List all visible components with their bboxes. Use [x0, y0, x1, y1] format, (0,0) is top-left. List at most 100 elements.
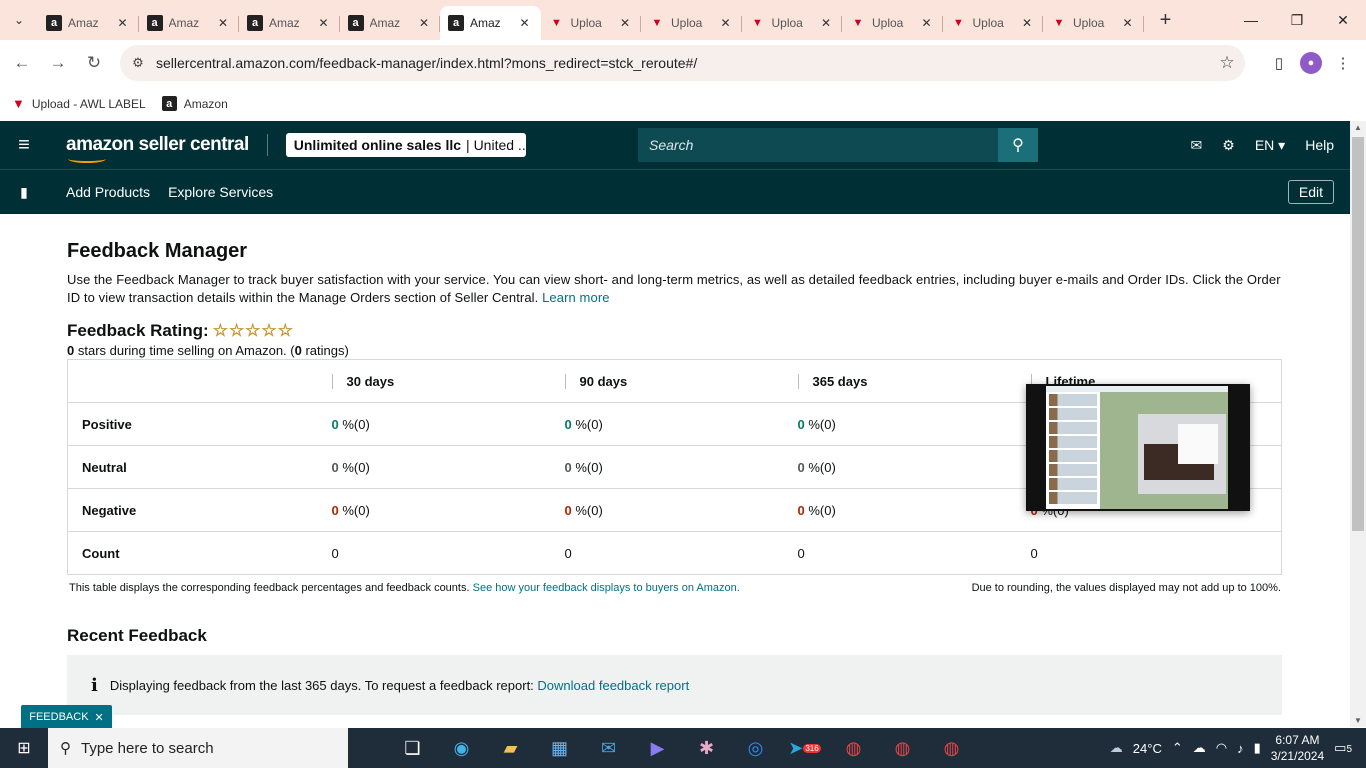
browser-menu-icon[interactable]: ⋮ [1328, 45, 1358, 81]
browser-tab[interactable]: ▼ Uploa ✕ [641, 6, 742, 40]
tab-title: Amaz [369, 16, 401, 30]
browser-tab[interactable]: a Amaz ✕ [440, 6, 541, 40]
address-bar[interactable]: ⚙ sellercentral.amazon.com/feedback-mana… [120, 45, 1245, 81]
feedback-tab[interactable]: FEEDBACK ✕ [21, 705, 112, 729]
browser-tab[interactable]: ▼ Uploa ✕ [1043, 6, 1144, 40]
forward-icon[interactable]: → [40, 45, 76, 81]
table-cell: 0 %(0) [317, 445, 551, 489]
browser-toolbar: ← → ↻ ⚙ sellercentral.amazon.com/feedbac… [0, 40, 1366, 86]
scroll-up-icon[interactable]: ▲ [1350, 123, 1366, 132]
tab-search-icon[interactable]: ⌄ [0, 0, 38, 40]
weather-icon[interactable]: ☁ [1110, 740, 1123, 756]
rating-count: 0 [294, 343, 302, 358]
edit-button[interactable]: Edit [1287, 180, 1334, 204]
store-icon[interactable]: ▦ [535, 728, 584, 768]
bookmark-icon[interactable]: ▮ [0, 184, 48, 201]
onedrive-icon[interactable]: ☁ [1193, 740, 1206, 756]
bookmark-item[interactable]: a Amazon [161, 96, 228, 111]
bookmark-star-icon[interactable]: ☆ [1209, 53, 1245, 73]
add-products-link[interactable]: Add Products [66, 184, 150, 200]
table-cell: 0 %(0) [550, 488, 784, 532]
tab-close-icon[interactable]: ✕ [115, 16, 131, 30]
profile-avatar-icon[interactable]: ● [1300, 52, 1322, 74]
search-input[interactable]: Search [638, 128, 998, 162]
tab-close-icon[interactable]: ✕ [718, 16, 734, 30]
side-panel-icon[interactable]: ▯ [1264, 45, 1294, 81]
tab-close-icon[interactable]: ✕ [919, 16, 935, 30]
task-view-icon[interactable]: ❏ [388, 728, 437, 768]
minimize-icon[interactable]: — [1228, 0, 1274, 40]
taskbar-search[interactable]: ⚲ Type here to search [48, 728, 348, 768]
telegram-icon[interactable]: ➤ 316 [780, 728, 829, 768]
scroll-thumb[interactable] [1352, 137, 1364, 531]
hamburger-menu-icon[interactable]: ≡ [0, 134, 48, 157]
telegram-badge: 316 [803, 743, 821, 753]
notification-icon[interactable]: ▭5 [1334, 740, 1352, 756]
file-explorer-icon[interactable]: ▰ [486, 728, 535, 768]
download-feedback-report-link[interactable]: Download feedback report [537, 678, 689, 693]
rating-sub-end: ratings) [301, 343, 349, 358]
close-window-icon[interactable]: ✕ [1320, 0, 1366, 40]
chrome-profile-icon[interactable]: ◍ [878, 728, 927, 768]
page-scrollbar[interactable]: ▲ ▼ [1350, 121, 1366, 727]
windows-start-icon[interactable]: ⊞ [0, 728, 48, 768]
scroll-down-icon[interactable]: ▼ [1350, 716, 1366, 725]
browser-tab[interactable]: a Amaz ✕ [239, 6, 340, 40]
picture-in-picture-window[interactable] [1026, 384, 1250, 511]
tab-close-icon[interactable]: ✕ [1019, 16, 1035, 30]
chrome-icon[interactable]: ◍ [829, 728, 878, 768]
mic-icon[interactable]: ▮ [1254, 740, 1261, 756]
bookmark-item[interactable]: ▼ Upload - AWL LABEL [12, 96, 146, 111]
pip-chat-list [1046, 392, 1100, 509]
browser-tab[interactable]: ▼ Uploa ✕ [943, 6, 1043, 40]
browser-tab[interactable]: a Amaz ✕ [38, 6, 139, 40]
feedback-display-link[interactable]: See how your feedback displays to buyers… [473, 582, 740, 594]
account-region: | United ... [466, 137, 526, 153]
info-icon: i [91, 674, 98, 696]
explore-services-link[interactable]: Explore Services [168, 184, 273, 200]
browser-tab[interactable]: a Amaz ✕ [139, 6, 239, 40]
settings-gear-icon[interactable]: ⚙ [1222, 137, 1235, 154]
url-text[interactable]: sellercentral.amazon.com/feedback-manage… [156, 55, 1209, 71]
tab-close-icon[interactable]: ✕ [818, 16, 834, 30]
tab-close-icon[interactable]: ✕ [1120, 16, 1136, 30]
new-tab-icon[interactable]: + [1150, 4, 1182, 36]
mail-icon[interactable]: ✉ [1191, 137, 1203, 154]
tab-close-icon[interactable]: ✕ [517, 16, 533, 30]
zoom-icon[interactable]: ◎ [731, 728, 780, 768]
edge-icon[interactable]: ◉ [437, 728, 486, 768]
cell-percent: %(0) [571, 459, 603, 475]
help-link[interactable]: Help [1305, 137, 1334, 153]
tab-close-icon[interactable]: ✕ [617, 16, 633, 30]
reload-icon[interactable]: ↻ [76, 45, 112, 81]
taskbar-clock[interactable]: 6:07 AM 3/21/2024 [1271, 732, 1324, 764]
browser-tab[interactable]: a Amaz ✕ [340, 6, 440, 40]
account-switcher[interactable]: Unlimited online sales llc | United ... [285, 133, 526, 157]
browser-tab[interactable]: ▼ Uploa ✕ [541, 6, 641, 40]
toolbar-right: ▯ ● ⋮ [1264, 45, 1358, 81]
tab-close-icon[interactable]: ✕ [316, 16, 332, 30]
browser-tab[interactable]: ▼ Uploa ✕ [742, 6, 842, 40]
seller-central-logo[interactable]: amazon seller central [66, 134, 249, 163]
language-selector[interactable]: EN ▾ [1255, 137, 1285, 154]
site-info-icon[interactable]: ⚙ [120, 55, 156, 71]
tab-close-icon[interactable]: ✕ [416, 16, 432, 30]
feedback-manager-content: Feedback Manager Use the Feedback Manage… [67, 214, 1282, 715]
volume-icon[interactable]: ♪ [1237, 741, 1244, 756]
clipchamp-icon[interactable]: ▶ [633, 728, 682, 768]
amazon-smile-icon [68, 155, 106, 163]
slack-icon[interactable]: ✱ [682, 728, 731, 768]
browser-tab[interactable]: ▼ Uploa ✕ [842, 6, 943, 40]
back-icon[interactable]: ← [4, 45, 40, 81]
rating-sub-mid: stars during time selling on Amazon. ( [74, 343, 295, 358]
tab-close-icon[interactable]: ✕ [215, 16, 231, 30]
search-icon[interactable]: ⚲ [998, 128, 1038, 162]
feedback-close-icon[interactable]: ✕ [95, 711, 104, 724]
mail-app-icon[interactable]: ✉ [584, 728, 633, 768]
tray-chevron-icon[interactable]: ⌃ [1172, 740, 1183, 756]
learn-more-link[interactable]: Learn more [542, 290, 609, 305]
chrome-alt-icon[interactable]: ◍ [927, 728, 976, 768]
weather-temp[interactable]: 24°C [1133, 741, 1162, 756]
wifi-icon[interactable]: ◠ [1216, 740, 1227, 756]
restore-icon[interactable]: ❐ [1274, 0, 1320, 40]
